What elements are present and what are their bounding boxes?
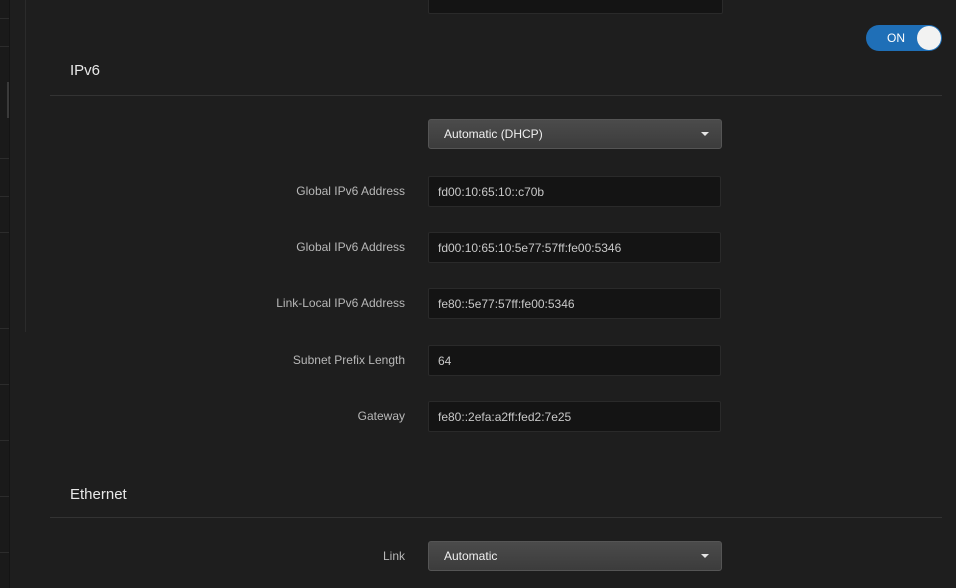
global-ipv6-address-field-2[interactable]: fd00:10:65:10:5e77:57ff:fe00:5346 <box>428 232 721 263</box>
gutter-tick <box>0 384 9 385</box>
ipv6-divider <box>50 95 942 96</box>
link-local-ipv6-address-value: fe80::5e77:57ff:fe00:5346 <box>438 297 575 311</box>
global-ipv6-address-value-1: fd00:10:65:10::c70b <box>438 185 545 199</box>
gutter-tick <box>0 328 9 329</box>
left-gutter <box>0 0 10 588</box>
gateway-value: fe80::2efa:a2ff:fed2:7e25 <box>438 410 572 424</box>
link-local-ipv6-address-field[interactable]: fe80::5e77:57ff:fe00:5346 <box>428 288 721 319</box>
link-label: Link <box>382 549 405 563</box>
subnet-prefix-length-label: Subnet Prefix Length <box>292 353 405 367</box>
ethernet-section-title: Ethernet <box>70 486 127 503</box>
toggle-state-label: ON <box>887 31 905 45</box>
global-ipv6-address-label-1: Global IPv6 Address <box>296 184 405 198</box>
gutter-tick <box>0 496 9 497</box>
gutter-tick <box>0 552 9 553</box>
sidebar-divider <box>25 0 26 332</box>
ethernet-divider <box>50 517 942 518</box>
ipv6-mode-select[interactable]: Automatic (DHCP) <box>428 119 722 149</box>
gutter-tick <box>0 232 9 233</box>
ipv6-mode-value: Automatic (DHCP) <box>444 127 543 141</box>
toggle-knob <box>917 26 941 50</box>
subnet-prefix-length-value: 64 <box>438 354 452 368</box>
ipv6-section-title: IPv6 <box>70 62 101 79</box>
ipv6-toggle[interactable]: ON <box>866 25 942 51</box>
global-ipv6-address-field-1[interactable]: fd00:10:65:10::c70b <box>428 176 721 207</box>
gutter-scroll-indicator <box>7 82 9 118</box>
link-local-ipv6-address-label: Link-Local IPv6 Address <box>276 296 405 310</box>
gutter-tick <box>0 440 9 441</box>
gateway-label: Gateway <box>357 409 405 423</box>
gutter-tick <box>0 18 9 19</box>
subnet-prefix-length-field[interactable]: 64 <box>428 345 721 376</box>
global-ipv6-address-value-2: fd00:10:65:10:5e77:57ff:fe00:5346 <box>438 241 622 255</box>
link-value: Automatic <box>444 549 498 563</box>
gutter-tick <box>0 158 9 159</box>
previous-field-cutoff[interactable] <box>428 0 723 14</box>
chevron-down-icon <box>701 132 709 136</box>
link-select[interactable]: Automatic <box>428 541 722 571</box>
network-settings-panel: ON IPv6 Automatic (DHCP) Global IPv6 Add… <box>0 0 956 588</box>
chevron-down-icon <box>701 554 709 558</box>
gateway-field[interactable]: fe80::2efa:a2ff:fed2:7e25 <box>428 401 721 432</box>
gutter-tick <box>0 196 9 197</box>
global-ipv6-address-label-2: Global IPv6 Address <box>296 240 405 254</box>
gutter-tick <box>0 46 9 47</box>
